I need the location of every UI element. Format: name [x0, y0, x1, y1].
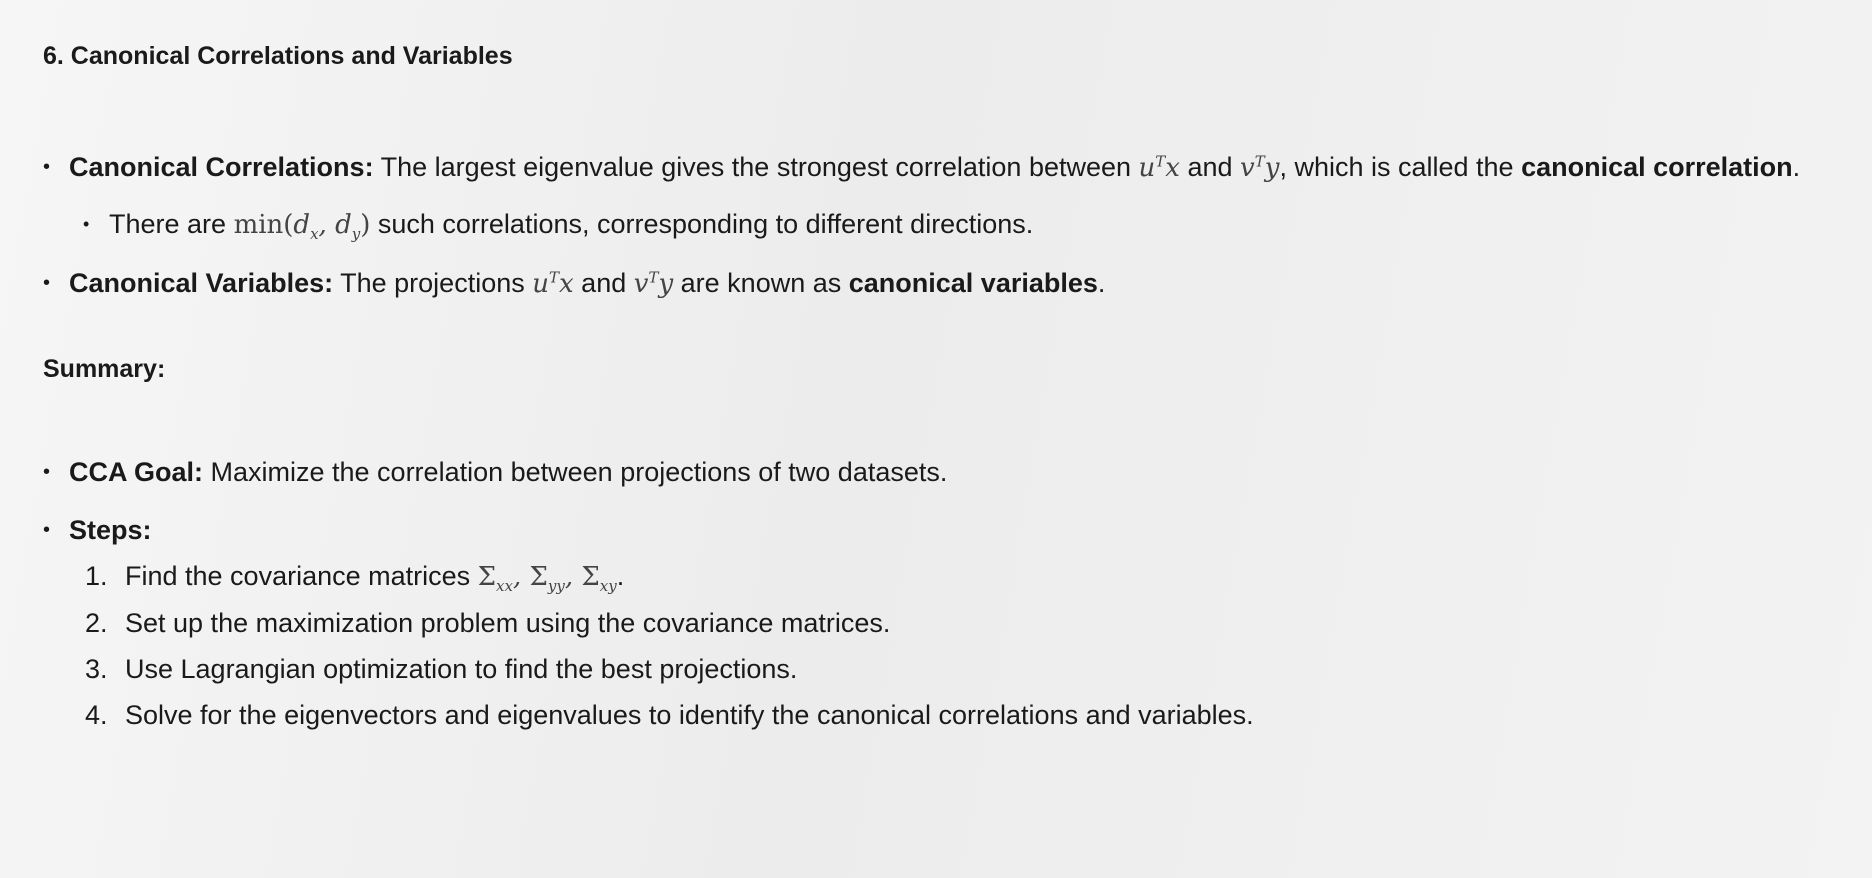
summary-bullet-list: CCA Goal: Maximize the correlation betwe…: [43, 449, 1872, 553]
body-text: Maximize the correlation between project…: [203, 457, 948, 487]
document-page: 6. Canonical Correlations and Variables …: [0, 0, 1872, 738]
step-item: 2. Set up the maximization problem using …: [43, 600, 1872, 646]
step-number: 4.: [85, 700, 108, 730]
step-text: Set up the maximization problem using th…: [125, 608, 891, 638]
math-utx: uTx: [1138, 152, 1180, 183]
step-item: 3. Use Lagrangian optimization to find th…: [43, 646, 1872, 692]
steps-list: 1. Find the covariance matrices Σxx, Σyy,…: [43, 553, 1872, 738]
list-item-steps: Steps:: [43, 507, 1872, 553]
term-label: CCA Goal:: [69, 457, 203, 487]
summary-heading: Summary:: [43, 355, 166, 383]
list-item-canonical-variables: Canonical Variables: The projections uTx…: [43, 260, 1872, 307]
math-min-dx-dy: min(dx, dy): [233, 210, 371, 244]
section-bullet-list: Canonical Correlations: The largest eige…: [43, 144, 1872, 307]
step-number: 2.: [85, 608, 108, 638]
step-text: Find the covariance matrices: [125, 561, 478, 591]
term-label: Canonical Correlations:: [69, 152, 374, 182]
body-text: , which is called the: [1279, 152, 1522, 182]
body-text: and: [573, 268, 634, 298]
body-text: such correlations, corresponding to diff…: [370, 209, 1034, 239]
math-utx: uTx: [532, 268, 574, 299]
step-text: Use Lagrangian optimization to find the …: [125, 654, 798, 684]
body-text: and: [1179, 152, 1241, 182]
bold-term: canonical correlation: [1521, 152, 1793, 182]
term-label: Steps:: [69, 515, 152, 545]
punctuation: .: [1097, 268, 1106, 298]
body-text: The largest eigenvalue gives the stronge…: [373, 152, 1139, 182]
step-item: 1. Find the covariance matrices Σxx, Σyy,…: [43, 553, 1872, 600]
section-heading: 6. Canonical Correlations and Variables: [43, 42, 513, 70]
punctuation: .: [1792, 152, 1801, 182]
step-text: Solve for the eigenvectors and eigenvalu…: [125, 700, 1254, 730]
math-vty: vTy: [1240, 152, 1280, 183]
term-label: Canonical Variables:: [69, 268, 334, 298]
bold-term: canonical variables: [848, 268, 1098, 298]
math-covariance-matrices: Σxx, Σyy, Σxy: [477, 562, 617, 596]
step-number: 1.: [85, 561, 108, 591]
step-number: 3.: [85, 654, 108, 684]
body-text: The projections: [333, 268, 533, 298]
body-text: There are: [109, 209, 234, 239]
math-vty: vTy: [633, 268, 674, 299]
list-item-canonical-correlations: Canonical Correlations: The largest eige…: [43, 144, 1872, 191]
step-item: 4. Solve for the eigenvectors and eigenva…: [43, 692, 1872, 738]
list-item-cca-goal: CCA Goal: Maximize the correlation betwe…: [43, 449, 1872, 495]
body-text: are known as: [673, 268, 849, 298]
sub-list-item: There are min(dx, dy) such correlations,…: [43, 201, 1872, 248]
